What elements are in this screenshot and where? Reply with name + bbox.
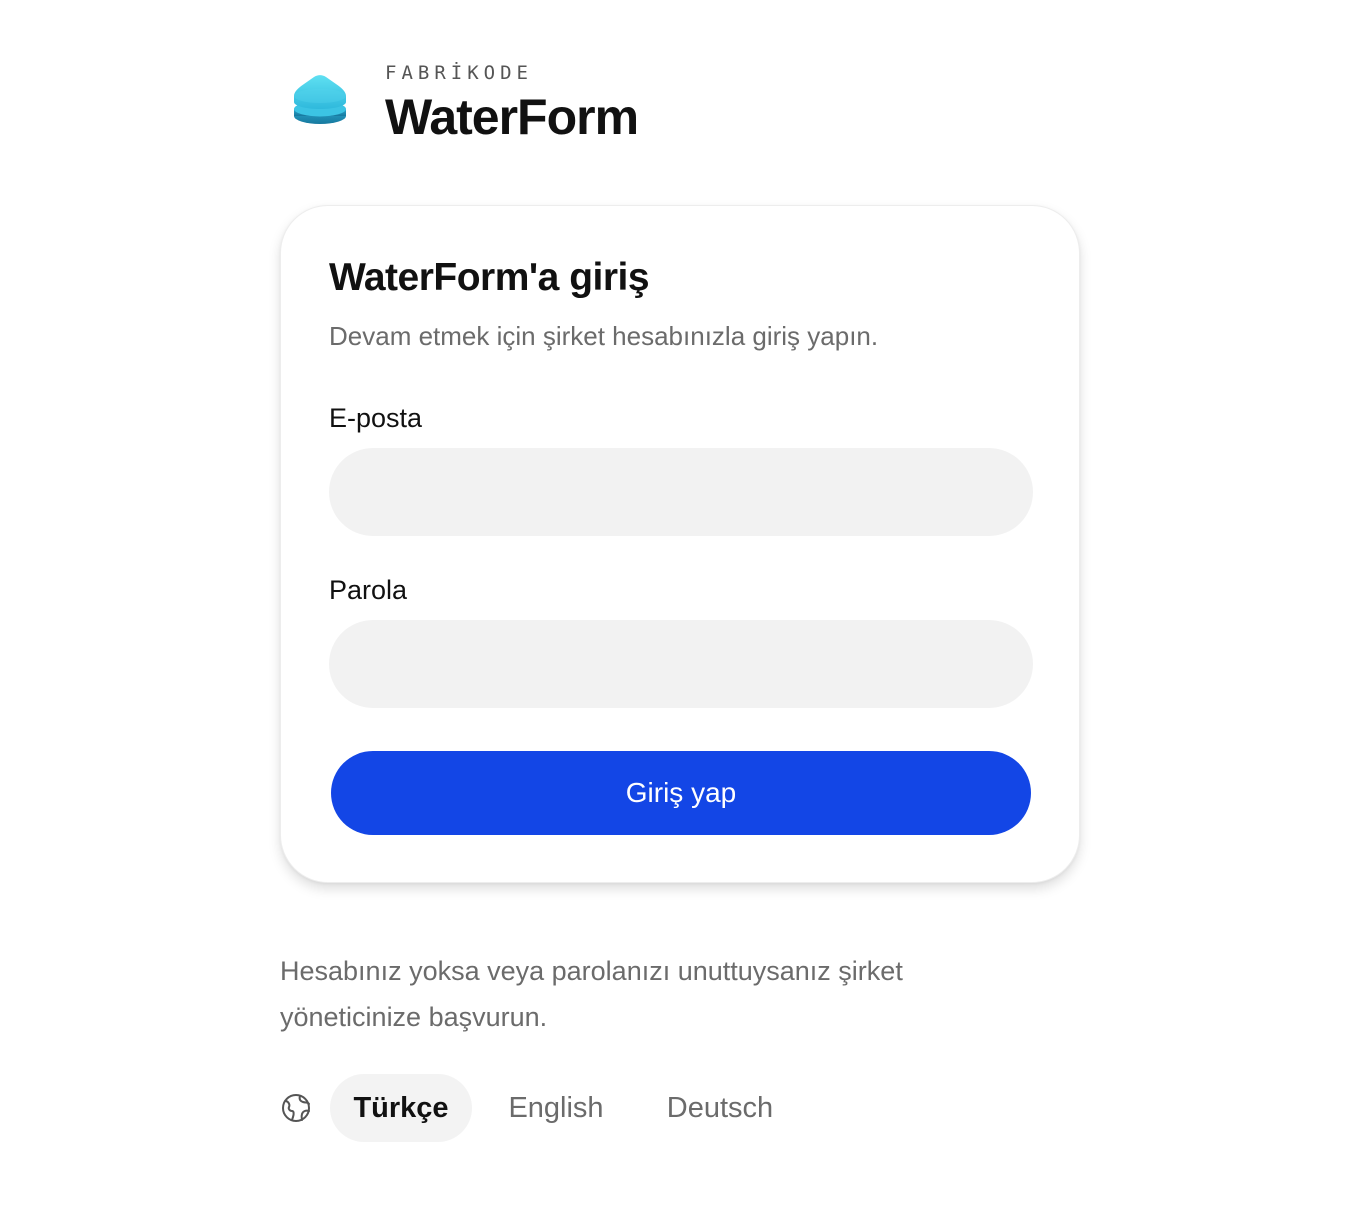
password-label: Parola bbox=[329, 575, 408, 605]
login-title: WaterForm'a giriş bbox=[329, 256, 650, 299]
login-card: WaterForm'a giriş Devam etmek için şirke… bbox=[280, 205, 1080, 883]
language-switcher: Türkçe English Deutsch bbox=[280, 1074, 840, 1142]
password-field[interactable] bbox=[329, 620, 1033, 708]
water-drop-stack-icon bbox=[294, 75, 346, 124]
login-subtitle: Devam etmek için şirket hesabınızla giri… bbox=[329, 321, 879, 351]
email-field[interactable] bbox=[329, 448, 1033, 536]
app-name: WaterForm bbox=[385, 89, 639, 145]
language-option-turkish[interactable]: Türkçe bbox=[330, 1074, 472, 1142]
brand-header: FABRİKODE WaterForm bbox=[288, 60, 648, 150]
email-label: E-posta bbox=[329, 403, 423, 433]
globe-icon bbox=[282, 1094, 310, 1122]
language-option-german[interactable]: Deutsch bbox=[660, 1074, 780, 1142]
language-option-english[interactable]: English bbox=[500, 1074, 612, 1142]
company-name: FABRİKODE bbox=[385, 62, 533, 84]
help-text: Hesabınız yoksa veya parolanızı unuttuys… bbox=[280, 956, 903, 1032]
login-button[interactable]: Giriş yap bbox=[331, 751, 1031, 835]
